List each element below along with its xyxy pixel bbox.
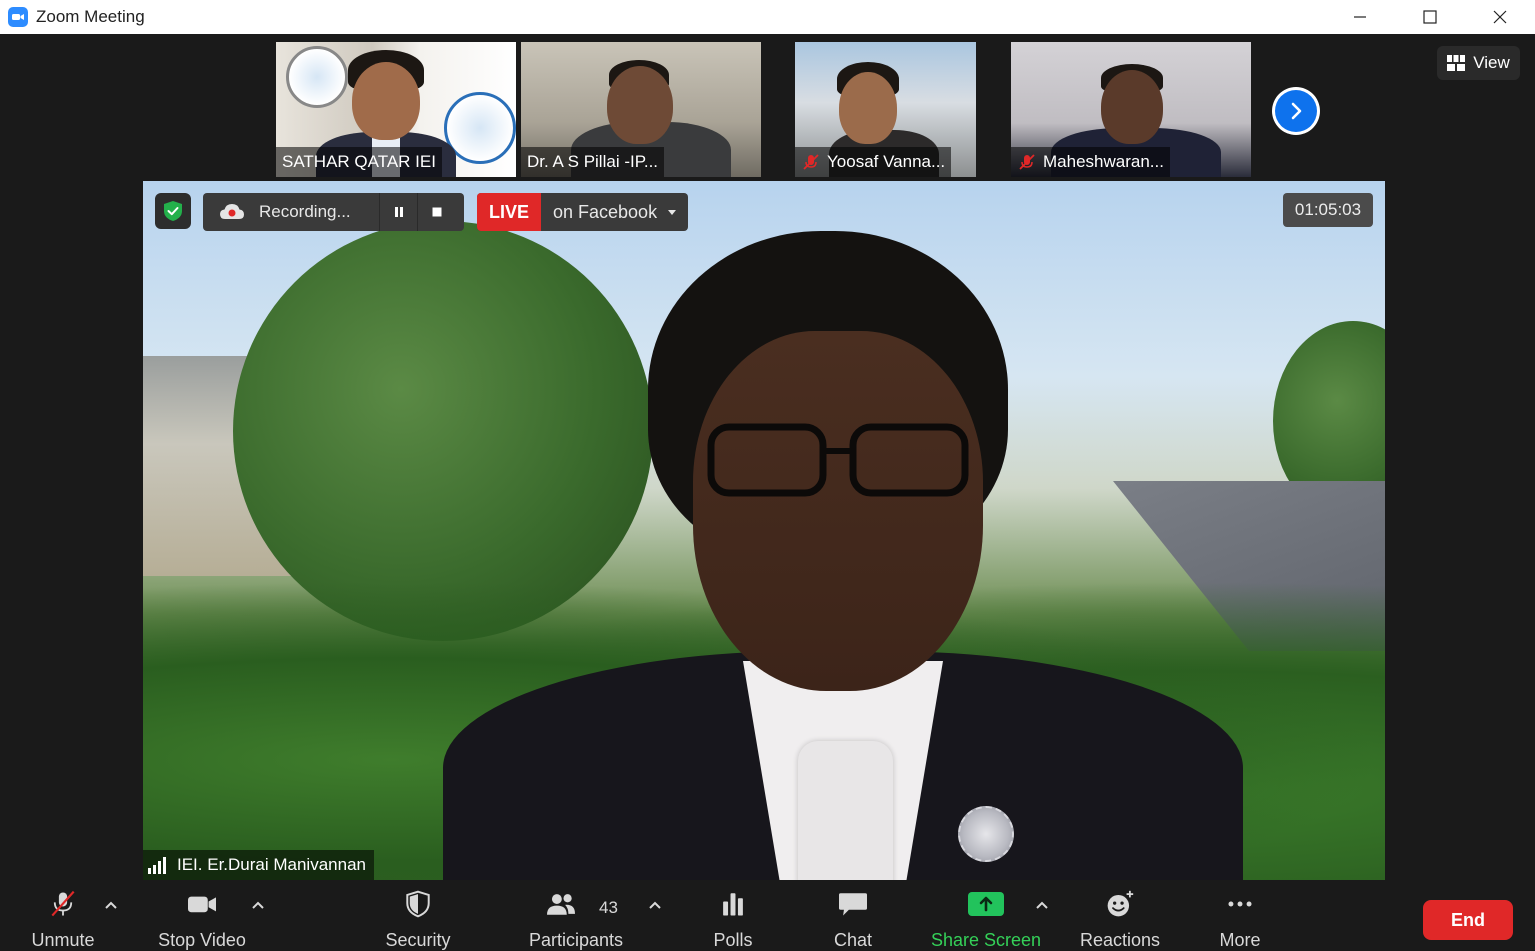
live-stream-indicator[interactable]: LIVE on Facebook: [477, 193, 688, 231]
more-label: More: [1219, 930, 1261, 950]
meeting-toolbar: Unmute Stop Video Security Participants …: [0, 880, 1535, 951]
speaker-name: IEI. Er.Durai Manivannan: [177, 855, 366, 874]
participant-face: [1101, 70, 1163, 144]
end-meeting-button[interactable]: End: [1423, 900, 1513, 940]
participant-name: Yoosaf Vanna...: [827, 152, 946, 171]
recording-indicator: Recording...: [203, 193, 464, 231]
title-bar: Zoom Meeting: [0, 0, 1535, 34]
stop-icon: [432, 207, 441, 217]
participants-count: 43: [599, 898, 618, 917]
stop-recording-button[interactable]: [417, 193, 455, 231]
polls-button[interactable]: Polls: [704, 880, 762, 951]
chevron-right-icon: [1291, 102, 1302, 120]
participant-tile[interactable]: Maheshwaran...: [1011, 42, 1251, 177]
meeting-timer: 01:05:03: [1283, 193, 1373, 227]
live-destination: on Facebook: [553, 201, 658, 222]
participant-face: [839, 72, 897, 144]
chat-button[interactable]: Chat: [824, 880, 882, 951]
signal-bars-icon: [148, 857, 166, 874]
muted-mic-icon: [1019, 154, 1035, 170]
video-camera-icon: [188, 896, 216, 913]
participant-face: [607, 66, 673, 144]
audio-options-caret-icon[interactable]: [104, 900, 118, 910]
view-button[interactable]: View: [1437, 46, 1520, 80]
reactions-button[interactable]: Reactions: [1076, 880, 1164, 951]
speaker-name-tag: IEI. Er.Durai Manivannan: [143, 850, 374, 880]
muted-mic-icon: [803, 154, 819, 170]
close-button[interactable]: [1465, 0, 1535, 34]
more-dots-icon: [1228, 901, 1252, 907]
background-tree: [233, 221, 653, 641]
minimize-icon: [1354, 16, 1366, 18]
caret-down-icon: [668, 210, 677, 215]
participant-tile[interactable]: Yoosaf Vanna...: [795, 42, 976, 177]
chat-bubble-icon: [839, 893, 867, 916]
security-status-button[interactable]: [155, 193, 191, 229]
participants-label: Participants: [528, 930, 624, 950]
participants-options-caret-icon[interactable]: [648, 900, 662, 910]
unmute-button[interactable]: Unmute: [22, 880, 104, 951]
minimize-button[interactable]: [1325, 0, 1395, 34]
share-screen-label: Share Screen: [930, 930, 1042, 950]
window-title: Zoom Meeting: [36, 7, 145, 26]
institution-seal: [286, 46, 348, 108]
unmute-label: Unmute: [31, 930, 95, 950]
participant-tile[interactable]: SATHAR QATAR IEI: [276, 42, 516, 177]
next-page-button[interactable]: [1272, 87, 1320, 135]
meeting-stage: SATHAR QATAR IEI Dr. A S Pillai -IP... Y…: [0, 34, 1535, 951]
main-speaker-video[interactable]: Recording... LIVE on Facebook 01:05:03 I…: [143, 181, 1385, 880]
muted-mic-icon: [51, 890, 75, 917]
reactions-smiley-icon: [1107, 890, 1134, 917]
participant-face: [352, 62, 420, 140]
more-button[interactable]: More: [1210, 880, 1270, 951]
zoom-logo-icon: [8, 7, 28, 27]
speaker-face: [693, 331, 983, 691]
maximize-icon: [1423, 10, 1437, 24]
pause-recording-button[interactable]: [379, 193, 417, 231]
chat-label: Chat: [833, 930, 873, 950]
shield-icon: [406, 890, 430, 918]
participant-name: SATHAR QATAR IEI: [282, 152, 436, 171]
close-icon: [1493, 10, 1507, 24]
security-label: Security: [385, 930, 451, 950]
live-badge: LIVE: [477, 193, 541, 231]
participant-tile[interactable]: Dr. A S Pillai -IP...: [521, 42, 761, 177]
security-button[interactable]: Security: [378, 880, 458, 951]
stop-video-label: Stop Video: [158, 930, 246, 950]
speaker-glasses: [707, 423, 969, 497]
participant-name: Dr. A S Pillai -IP...: [527, 152, 659, 171]
participants-icon: [547, 894, 575, 915]
recording-label: Recording...: [259, 202, 351, 221]
cloud-record-icon: [220, 204, 244, 219]
polls-label: Polls: [713, 930, 753, 950]
reactions-label: Reactions: [1079, 930, 1161, 950]
share-screen-arrow-icon: [979, 896, 993, 912]
polls-icon: [723, 893, 743, 916]
window-controls: [1325, 0, 1535, 34]
participant-name: Maheshwaran...: [1043, 152, 1164, 171]
share-options-caret-icon[interactable]: [1035, 900, 1049, 910]
shield-check-icon: [164, 201, 182, 221]
pause-icon: [394, 207, 403, 217]
grid-view-icon: [1447, 55, 1466, 71]
video-options-caret-icon[interactable]: [251, 900, 265, 910]
lapel-pin: [958, 806, 1014, 862]
view-label: View: [1473, 53, 1510, 72]
maximize-button[interactable]: [1395, 0, 1465, 34]
stop-video-button[interactable]: Stop Video: [152, 880, 252, 951]
share-screen-button[interactable]: Share Screen: [928, 880, 1044, 951]
